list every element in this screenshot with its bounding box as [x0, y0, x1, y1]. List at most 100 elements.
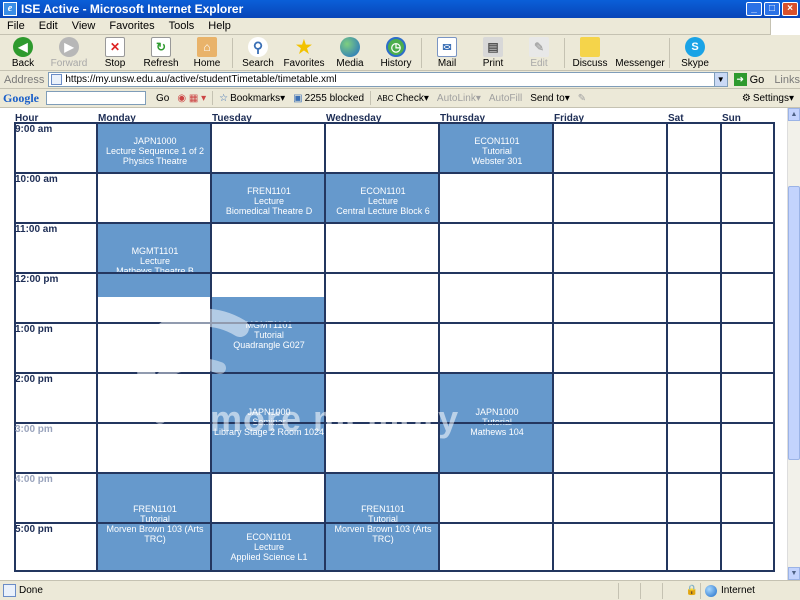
security-zone[interactable]: Internet: [700, 582, 800, 599]
grid-line: [14, 272, 775, 274]
address-input[interactable]: https://my.unsw.edu.au/active/studentTim…: [48, 72, 715, 87]
grid-line: [14, 372, 775, 374]
printer-icon: ▤: [483, 37, 503, 57]
grid-line: [14, 472, 775, 474]
print-button[interactable]: ▤ Print: [470, 37, 516, 69]
grid-line: [324, 122, 326, 572]
grid-line: [14, 222, 775, 224]
grid-line: [14, 422, 775, 424]
status-cell: [618, 582, 640, 599]
grid-line: [14, 172, 775, 174]
messenger-button[interactable]: Messenger: [613, 37, 667, 69]
search-button[interactable]: ⚲ Search: [235, 37, 281, 69]
autofill-button[interactable]: AutoFill: [485, 93, 526, 104]
menu-view[interactable]: View: [65, 20, 103, 32]
address-dropdown[interactable]: ▼: [714, 72, 728, 87]
window-title: ISE Active - Microsoft Internet Explorer: [21, 2, 244, 16]
google-search-input[interactable]: [46, 91, 146, 105]
scroll-thumb[interactable]: [788, 186, 800, 460]
toolbar-separator: [564, 38, 565, 68]
hour-label: 4:00 pm: [15, 474, 53, 485]
menu-tools[interactable]: Tools: [162, 20, 202, 32]
home-button[interactable]: ⌂ Home: [184, 37, 230, 69]
media-globe-icon: [340, 37, 360, 57]
stop-button[interactable]: ✕ Stop: [92, 37, 138, 69]
scroll-up-button[interactable]: ▲: [788, 108, 800, 121]
popup-blocker-button[interactable]: ▣ 2255 blocked: [289, 93, 368, 104]
status-cell: [662, 582, 684, 599]
hour-label: 10:00 am: [15, 174, 58, 185]
hour-label: 9:00 am: [15, 124, 53, 135]
title-bar[interactable]: e ISE Active - Microsoft Internet Explor…: [0, 0, 800, 18]
autolink-button[interactable]: AutoLink ▾: [433, 93, 485, 104]
google-icons[interactable]: ◉ ▦ ▾: [173, 93, 210, 104]
menu-help[interactable]: Help: [201, 20, 238, 32]
hour-label: 1:00 pm: [15, 324, 53, 335]
refresh-button[interactable]: ↻ Refresh: [138, 37, 184, 69]
discuss-button[interactable]: Discuss: [567, 37, 613, 69]
edit-button[interactable]: ✎ Edit: [516, 37, 562, 69]
address-bar: Address https://my.unsw.edu.au/active/st…: [0, 71, 800, 89]
media-button[interactable]: Media: [327, 37, 373, 69]
hour-label: 12:00 pm: [15, 274, 59, 285]
star-icon: ☆: [219, 92, 229, 104]
toolbar-separator: [421, 38, 422, 68]
timetable-grid: [14, 122, 775, 572]
links-button[interactable]: Links: [774, 74, 800, 86]
forward-arrow-icon: ▶: [59, 37, 79, 57]
address-label: Address: [4, 73, 45, 86]
gear-icon: ⚙: [741, 92, 751, 104]
search-icon: ⚲: [248, 37, 268, 57]
back-button[interactable]: ◀ Back: [0, 37, 46, 69]
messenger-icon: [630, 37, 650, 57]
skype-button[interactable]: S Skype: [672, 37, 718, 69]
menu-bar: File Edit View Favorites Tools Help: [0, 17, 800, 35]
mail-button[interactable]: ✉ Mail: [424, 37, 470, 69]
toolbar-separator: [232, 38, 233, 68]
windows-flag-icon: [770, 17, 800, 35]
go-button[interactable]: ➜ Go: [733, 73, 764, 86]
grid-line: [666, 122, 668, 572]
pen-icon[interactable]: ✎: [574, 93, 590, 104]
go-arrow-icon: ➜: [733, 73, 747, 86]
status-text: Done: [19, 585, 43, 596]
menu-edit[interactable]: Edit: [32, 20, 65, 32]
history-button[interactable]: ◷ History: [373, 37, 419, 69]
toolbar-separator: [370, 91, 372, 105]
bookmarks-button[interactable]: ☆ Bookmarks ▾: [215, 93, 289, 104]
refresh-icon: ↻: [151, 37, 171, 57]
scroll-down-button[interactable]: ▼: [788, 567, 800, 580]
google-settings-button[interactable]: ⚙ Settings ▾: [738, 93, 800, 104]
status-cell: [640, 582, 662, 599]
ie-logo-icon: e: [3, 2, 17, 16]
close-button[interactable]: ×: [782, 2, 798, 16]
back-arrow-icon: ◀: [13, 37, 33, 57]
page-icon: [51, 74, 63, 85]
favorites-button[interactable]: ★ Favorites: [281, 36, 327, 70]
vertical-scrollbar[interactable]: ▲ ▼: [787, 108, 800, 580]
skype-icon: S: [685, 37, 705, 57]
grid-line: [552, 122, 554, 572]
maximize-button[interactable]: □: [764, 2, 780, 16]
grid-line: [14, 522, 775, 524]
google-toolbar: Google Go ◉ ▦ ▾ ☆ Bookmarks ▾ ▣ 2255 block…: [0, 89, 800, 108]
spellcheck-button[interactable]: ABC Check ▾: [373, 93, 433, 104]
google-go-button[interactable]: Go: [152, 93, 173, 104]
sendto-button[interactable]: Send to ▾: [526, 93, 574, 104]
lock-icon[interactable]: 🔒: [684, 583, 700, 599]
forward-button[interactable]: ▶ Forward: [46, 37, 92, 69]
hour-label: 11:00 am: [15, 224, 58, 235]
google-logo[interactable]: Google: [0, 91, 42, 106]
grid-line: [720, 122, 722, 572]
edit-page-icon: ✎: [529, 37, 549, 57]
hour-label: 2:00 pm: [15, 374, 53, 385]
page-done-icon: [3, 584, 16, 597]
toolbar-separator: [212, 91, 214, 105]
toolbar: ◀ Back ▶ Forward ✕ Stop ↻ Refresh ⌂ Home…: [0, 35, 800, 71]
star-icon: ★: [295, 36, 313, 57]
discuss-note-icon: [580, 37, 600, 57]
minimize-button[interactable]: _: [746, 2, 762, 16]
mail-envelope-icon: ✉: [437, 37, 457, 57]
menu-file[interactable]: File: [0, 20, 32, 32]
menu-favorites[interactable]: Favorites: [102, 20, 161, 32]
